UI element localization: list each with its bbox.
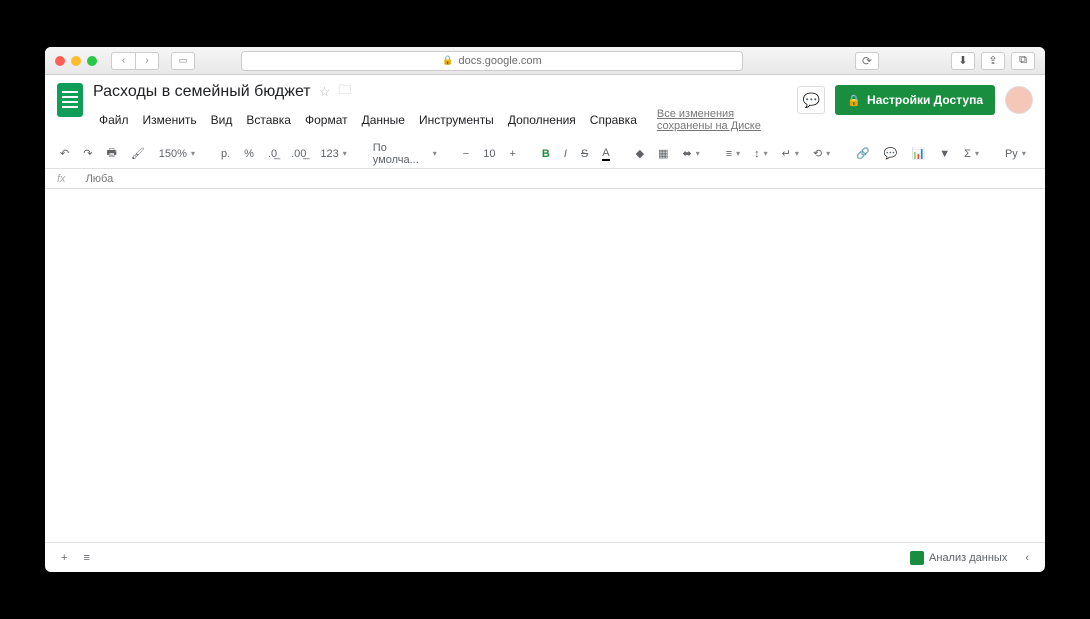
star-icon[interactable]: ☆ [319, 84, 331, 100]
menu-format[interactable]: Формат [299, 110, 354, 130]
url-text: docs.google.com [459, 55, 542, 67]
comment-button[interactable]: 💬 [881, 145, 901, 162]
browser-actions: ⬇ ⇪ ⧉ [951, 52, 1035, 70]
functions-button[interactable]: Σ [961, 146, 982, 162]
reader-button[interactable]: ⟳ [855, 52, 879, 70]
wrap-button[interactable]: ↵ [779, 145, 802, 162]
scroll-tabs-button[interactable]: ‹ [1019, 548, 1035, 568]
borders-button[interactable]: ▦ [655, 145, 671, 162]
menu-help[interactable]: Справка [584, 110, 643, 130]
share-button[interactable]: 🔒 Настройки Доступа [835, 85, 995, 115]
account-avatar[interactable] [1005, 86, 1033, 114]
minimize-window-button[interactable] [71, 56, 81, 66]
font-size-increase[interactable]: + [506, 146, 518, 162]
font-size-input[interactable]: 10 [480, 146, 498, 162]
all-sheets-button[interactable]: ≡ [77, 548, 95, 568]
explore-label: Анализ данных [929, 552, 1007, 564]
input-tools-button[interactable]: Ру [1002, 146, 1029, 162]
font-select[interactable]: По умолча... [370, 140, 440, 168]
close-window-button[interactable] [55, 56, 65, 66]
menu-edit[interactable]: Изменить [137, 110, 203, 130]
menu-tools[interactable]: Инструменты [413, 110, 500, 130]
fx-value: Люба [86, 173, 114, 185]
address-bar[interactable]: 🔒 docs.google.com [241, 51, 743, 71]
bold-button[interactable]: B [539, 146, 553, 162]
print-button[interactable]: 🖶 [103, 142, 119, 165]
sheet-tab-bar: + ≡ Анализ данных ‹ [45, 542, 1045, 572]
font-size-decrease[interactable]: − [460, 146, 472, 162]
document-header: Расходы в семейный бюджет ☆ 🗀 Файл Измен… [45, 75, 1045, 135]
halign-button[interactable]: ≡ [723, 146, 743, 162]
menu-bar: Файл Изменить Вид Вставка Формат Данные … [93, 105, 797, 135]
explore-icon [910, 551, 924, 565]
undo-button[interactable]: ↶ [57, 145, 72, 162]
menu-insert[interactable]: Вставка [240, 110, 297, 130]
rotate-button[interactable]: ⟲ [810, 145, 833, 162]
explore-button[interactable]: Анализ данных [902, 547, 1015, 569]
spreadsheet-grid[interactable] [45, 189, 1045, 542]
percent-button[interactable]: % [241, 146, 257, 162]
chart-button[interactable]: 📊 [909, 145, 929, 162]
lock-icon: 🔒 [847, 94, 861, 107]
document-title[interactable]: Расходы в семейный бюджет [93, 83, 311, 101]
comments-button[interactable]: 💬 [797, 86, 825, 114]
filter-button[interactable]: ▼ [936, 146, 953, 162]
maximize-window-button[interactable] [87, 56, 97, 66]
link-button[interactable]: 🔗 [853, 145, 873, 162]
strike-button[interactable]: S [578, 146, 591, 162]
zoom-select[interactable]: 150% [156, 146, 198, 162]
back-button[interactable]: ‹ [111, 52, 135, 70]
sheets-icon[interactable] [57, 83, 83, 117]
format-toolbar: ↶ ↷ 🖶 🖌 150% р. % .0̲ .00̲ 123 По умолча… [45, 139, 1045, 169]
menu-addons[interactable]: Дополнения [502, 110, 582, 130]
add-sheet-button[interactable]: + [55, 548, 73, 568]
save-status[interactable]: Все изменения сохранены на Диске [651, 105, 797, 135]
menu-data[interactable]: Данные [356, 110, 411, 130]
fx-label: fx [57, 173, 66, 185]
move-icon[interactable]: 🗀 [338, 81, 351, 103]
sidebar-button[interactable]: ▭ [171, 52, 195, 70]
text-color-button[interactable]: A [599, 145, 612, 163]
merge-button[interactable]: ⬌ [679, 145, 702, 162]
number-format-button[interactable]: 123 [317, 146, 349, 162]
currency-button[interactable]: р. [218, 146, 233, 162]
menu-file[interactable]: Файл [93, 110, 135, 130]
menu-view[interactable]: Вид [205, 110, 239, 130]
dec-decrease-button[interactable]: .0̲ [265, 146, 280, 162]
share-label: Настройки Доступа [867, 93, 983, 107]
italic-button[interactable]: I [561, 146, 570, 162]
formula-bar[interactable]: fx Люба [45, 169, 1045, 189]
window-controls [55, 56, 97, 66]
share-browser-button[interactable]: ⇪ [981, 52, 1005, 70]
valign-button[interactable]: ↕ [751, 146, 771, 162]
nav-buttons: ‹ › [111, 52, 159, 70]
paint-format-button[interactable]: 🖌 [128, 145, 148, 162]
browser-toolbar: ‹ › ▭ 🔒 docs.google.com ⟳ ⬇ ⇪ ⧉ [45, 47, 1045, 75]
redo-button[interactable]: ↷ [80, 145, 95, 162]
forward-button[interactable]: › [135, 52, 159, 70]
dec-increase-button[interactable]: .00̲ [288, 146, 309, 162]
lock-icon: 🔒 [442, 55, 453, 66]
fill-color-button[interactable]: ◆ [633, 145, 647, 162]
tabs-button[interactable]: ⧉ [1011, 52, 1035, 70]
app-window: ‹ › ▭ 🔒 docs.google.com ⟳ ⬇ ⇪ ⧉ Расходы … [45, 47, 1045, 572]
download-button[interactable]: ⬇ [951, 52, 975, 70]
